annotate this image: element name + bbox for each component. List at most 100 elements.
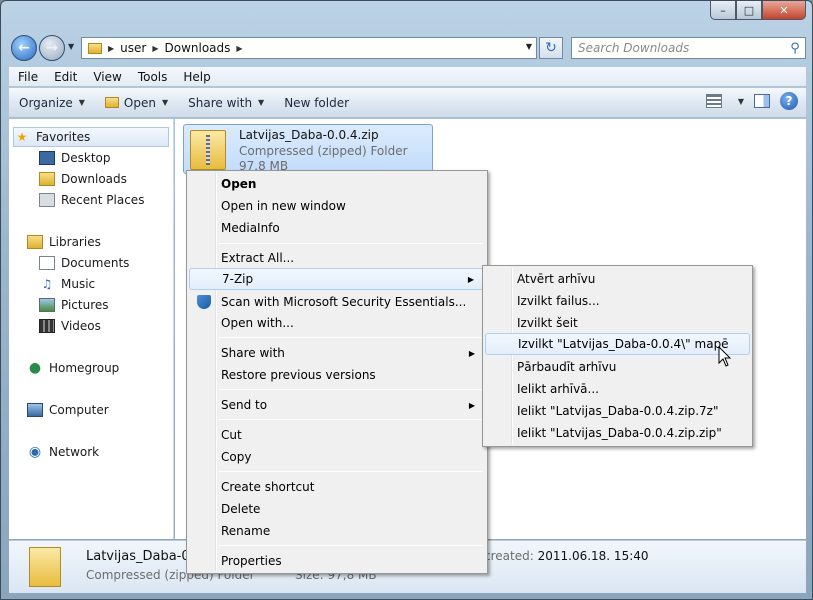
ctx-open-new-window[interactable]: Open in new window — [189, 195, 485, 217]
breadcrumb-user[interactable]: user — [120, 41, 146, 55]
file-name: Latvijas_Daba-0.0.4.zip — [239, 128, 379, 142]
breadcrumb-downloads[interactable]: Downloads — [165, 41, 231, 55]
search-input[interactable]: Search Downloads — [572, 41, 785, 55]
sub-add-to-zip[interactable]: Ielikt "Latvijas_Daba-0.0.4.zip.zip" — [485, 422, 750, 444]
ctx-open-with[interactable]: Open with... — [189, 312, 485, 334]
nav-network[interactable]: ◉ Network — [27, 442, 99, 462]
ctx-separator — [219, 419, 483, 420]
open-button[interactable]: Open ▼ — [95, 96, 178, 110]
sub-extract-here[interactable]: Izvilkt šeit — [485, 312, 750, 334]
chevron-down-icon[interactable]: ▼ — [738, 97, 744, 106]
nav-label: Music — [61, 277, 96, 291]
zip-folder-icon — [190, 130, 226, 170]
nav-label: Recent Places — [61, 193, 145, 207]
ctx-separator — [219, 389, 483, 390]
nav-label: Network — [49, 445, 100, 459]
ctx-send-to-label: Send to — [221, 398, 268, 412]
menu-edit[interactable]: Edit — [45, 70, 84, 84]
back-arrow-icon: ← — [18, 40, 30, 56]
chevron-right-icon: ▶ — [468, 348, 475, 358]
share-with-button[interactable]: Share with ▼ — [178, 96, 274, 110]
file-item-selected[interactable]: Latvijas_Daba-0.0.4.zip Compressed (zipp… — [183, 124, 433, 174]
menu-file[interactable]: File — [9, 70, 45, 84]
ctx-create-shortcut[interactable]: Create shortcut — [189, 476, 485, 498]
nav-label: Pictures — [61, 298, 109, 312]
maximize-button[interactable]: □ — [736, 1, 762, 20]
chevron-right-icon: ▶ — [468, 400, 475, 410]
back-button[interactable]: ← — [11, 35, 37, 61]
sub-test-archive[interactable]: Pārbaudīt arhīvu — [485, 356, 750, 378]
search-icon[interactable]: ⚲ — [785, 41, 805, 56]
close-button[interactable]: ✕ — [762, 1, 806, 20]
nav-downloads[interactable]: Downloads — [39, 169, 127, 189]
ctx-cut[interactable]: Cut — [189, 424, 485, 446]
nav-homegroup[interactable]: ● Homegroup — [27, 358, 119, 378]
ctx-copy[interactable]: Copy — [189, 446, 485, 468]
network-icon: ◉ — [28, 444, 42, 460]
ctx-separator — [219, 545, 483, 546]
menu-help[interactable]: Help — [174, 70, 217, 84]
ctx-scan-label: Scan with Microsoft Security Essentials.… — [221, 295, 467, 309]
new-folder-button[interactable]: New folder — [274, 96, 359, 110]
ctx-delete[interactable]: Delete — [189, 498, 485, 520]
star-icon: ★ — [16, 130, 28, 144]
chevron-right-icon[interactable]: ▶ — [236, 44, 242, 53]
nav-label: Computer — [49, 403, 109, 417]
homegroup-icon: ● — [28, 360, 42, 376]
nav-recent-places[interactable]: Recent Places — [39, 190, 144, 210]
minimize-button[interactable]: – — [710, 1, 736, 20]
preview-pane-icon[interactable] — [754, 94, 770, 108]
nav-music[interactable]: ♫ Music — [39, 274, 96, 294]
sub-add-to-7z[interactable]: Ielikt "Latvijas_Daba-0.0.4.zip.7z" — [485, 400, 750, 422]
nav-favorites[interactable]: ★ Favorites — [13, 127, 169, 147]
sub-extract-files[interactable]: Izvilkt failus... — [485, 290, 750, 312]
forward-arrow-icon: → — [46, 40, 58, 56]
ctx-7zip[interactable]: 7-Zip ▶ — [189, 268, 485, 290]
sub-add-to-archive[interactable]: Ielikt arhīvā... — [485, 378, 750, 400]
nav-computer[interactable]: Computer — [27, 400, 109, 420]
recent-pages-dropdown[interactable]: ▼ — [68, 42, 74, 51]
nav-label: Documents — [61, 256, 130, 270]
ctx-send-to[interactable]: Send to ▶ — [189, 394, 485, 416]
forward-button[interactable]: → — [39, 35, 65, 61]
toolbar-right: ▼ ? — [705, 92, 798, 110]
ctx-scan[interactable]: Scan with Microsoft Security Essentials.… — [189, 291, 485, 313]
ctx-rename[interactable]: Rename — [189, 520, 485, 542]
chevron-right-icon[interactable]: ▶ — [152, 44, 158, 53]
computer-icon — [27, 403, 43, 417]
help-icon[interactable]: ? — [780, 92, 798, 110]
nav-label: Favorites — [36, 130, 91, 144]
ctx-extract-all[interactable]: Extract All... — [189, 247, 485, 269]
search-box[interactable]: Search Downloads ⚲ — [571, 37, 806, 59]
refresh-button[interactable]: ↻ — [539, 37, 563, 59]
address-bar[interactable]: ▶ user ▶ Downloads ▶ ▼ — [81, 37, 537, 59]
downloads-folder-icon — [39, 172, 55, 186]
change-view-icon[interactable] — [705, 94, 722, 108]
nav-videos[interactable]: Videos — [39, 316, 101, 336]
ctx-mediainfo[interactable]: MediaInfo — [189, 217, 485, 239]
open-label: Open — [123, 95, 156, 110]
sub-extract-to-folder[interactable]: Izvilkt "Latvijas_Daba-0.0.4\" mapē — [485, 333, 750, 355]
recent-places-icon — [39, 193, 55, 207]
ctx-open[interactable]: Open — [189, 173, 485, 195]
chevron-down-icon[interactable]: ▼ — [526, 42, 532, 51]
security-essentials-icon — [197, 295, 211, 309]
zip-folder-icon — [29, 547, 61, 587]
chevron-down-icon: ▼ — [161, 98, 169, 107]
sub-open-archive[interactable]: Atvērt arhīvu — [485, 268, 750, 290]
nav-label: Homegroup — [49, 361, 120, 375]
ctx-restore[interactable]: Restore previous versions — [189, 364, 485, 386]
chevron-down-icon: ▼ — [78, 98, 85, 107]
menu-view[interactable]: View — [84, 70, 128, 84]
ctx-share-with[interactable]: Share with ▶ — [189, 342, 485, 364]
menu-tools[interactable]: Tools — [129, 70, 175, 84]
nav-pictures[interactable]: Pictures — [39, 295, 109, 315]
organize-button[interactable]: Organize ▼ — [9, 96, 95, 110]
libraries-icon — [27, 235, 43, 249]
ctx-properties[interactable]: Properties — [189, 550, 485, 572]
nav-desktop[interactable]: Desktop — [39, 148, 111, 168]
nav-documents[interactable]: Documents — [39, 253, 129, 273]
details-created-label: created: — [484, 549, 534, 563]
nav-libraries[interactable]: Libraries — [27, 232, 101, 252]
chevron-right-icon[interactable]: ▶ — [108, 44, 114, 53]
